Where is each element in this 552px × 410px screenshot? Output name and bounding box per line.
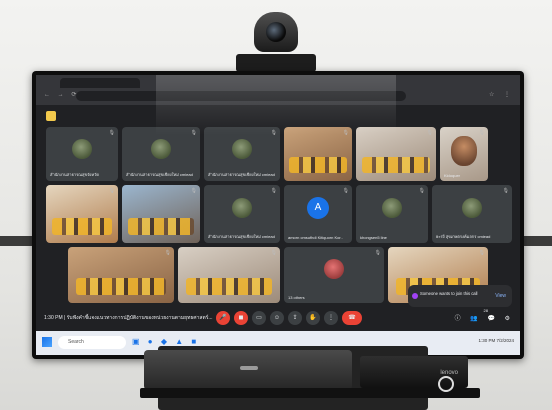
- participant-tile[interactable]: 🎙 13 others: [284, 247, 384, 303]
- soundbar-led: [240, 366, 258, 370]
- participant-tile[interactable]: 🎙 สำนักงานสาธารณสุขจังหวัด: [46, 127, 118, 181]
- participant-name: Kidoquer: [444, 173, 461, 178]
- participant-tile[interactable]: 🎙: [284, 127, 352, 181]
- participant-video: [186, 278, 272, 296]
- participant-avatar: [232, 138, 252, 159]
- taskbar-search[interactable]: Search: [58, 336, 126, 349]
- participant-name: สำนักงานสาธารณสุขเชียงใหม่ cmiead: [126, 172, 193, 177]
- participant-tile[interactable]: 🎙: [356, 127, 436, 181]
- participant-tile[interactable]: 🎙 ยะรงี สุขเกษตรงค์มลกร cmiead: [432, 185, 512, 243]
- mic-status-icon: 🎙: [478, 250, 485, 256]
- camera-off-button[interactable]: ◼: [234, 311, 248, 325]
- mic-status-icon: 🎙: [478, 130, 485, 136]
- participant-video: [451, 136, 477, 167]
- address-bar[interactable]: [76, 91, 406, 101]
- mic-status-icon: 🎙: [108, 130, 115, 136]
- participant-name: 13 others: [288, 295, 305, 300]
- mic-status-icon: 🎙: [190, 130, 197, 136]
- shelf: [140, 388, 480, 398]
- mic-status-icon: 🎙: [342, 130, 349, 136]
- present-button[interactable]: ⇪: [288, 311, 302, 325]
- soundbar: [144, 350, 352, 390]
- participant-letter-avatar: A: [307, 197, 329, 220]
- raise-hand-button[interactable]: ✋: [306, 311, 320, 325]
- mic-status-icon: 🎙: [270, 130, 277, 136]
- participant-avatar: [232, 198, 252, 219]
- mic-off-button[interactable]: 🎤: [216, 311, 230, 325]
- mic-status-icon: 🎙: [270, 188, 277, 194]
- participant-name: khongsen5 line: [360, 235, 387, 240]
- taskbar-app-icons[interactable]: ▣ ● ◆ ▲ ■: [132, 337, 199, 346]
- participant-tile[interactable]: 🎙 สำนักงานสาธารณสุขเชียงใหม่ cmiead: [204, 127, 280, 181]
- notification-avatar: [412, 293, 418, 299]
- meet-logo-icon: [46, 111, 56, 121]
- meeting-time-title: 1:30 PM | รับฟังคำชี้แจงแนวทางการปฏิบัติ…: [44, 315, 213, 321]
- mic-status-icon: 🎙: [426, 130, 433, 136]
- participant-avatar: [151, 138, 171, 159]
- browser-toolbar-icons[interactable]: ☆ ⋮: [489, 91, 514, 98]
- taskbar-clock: 1:30 PM 7/2/2024: [478, 338, 514, 343]
- participant-tile[interactable]: 🎙: [68, 247, 174, 303]
- mic-status-icon: 🎙: [374, 250, 381, 256]
- participant-video: [289, 157, 347, 174]
- conference-camera: [236, 12, 316, 74]
- participant-video: [76, 278, 166, 296]
- participant-name: ยะรงี สุขเกษตรงค์มลกร cmiead: [436, 234, 491, 239]
- browser-nav-icons[interactable]: ← → ⟳: [44, 91, 79, 98]
- notification-text: Someone wants to join this call: [420, 291, 478, 296]
- start-icon[interactable]: [42, 337, 52, 347]
- participant-avatar: [462, 198, 482, 219]
- mic-status-icon: 🎙: [190, 188, 197, 194]
- participant-name: สำนักงานสาธารณสุขจังหวัด: [50, 172, 99, 177]
- participant-name: สำนักงานสาธารณสุขเชียงใหม่ cmiead: [208, 234, 275, 239]
- join-notification: Someone wants to join this call View: [408, 285, 512, 307]
- view-button[interactable]: View: [495, 293, 506, 299]
- mic-status-icon: 🎙: [270, 250, 277, 256]
- participant-tile[interactable]: A 🎙 amorn cmsufhdi Kitiquorn Kor..: [284, 185, 352, 243]
- mic-status-icon: 🎙: [164, 250, 171, 256]
- participant-tile[interactable]: 🎙 สำนักงานสาธารณสุขเชียงใหม่ cmiead: [204, 185, 280, 243]
- browser-chrome: ← → ⟳ ☆ ⋮: [36, 75, 520, 105]
- participant-video: [362, 157, 430, 174]
- mic-status-icon: 🎙: [108, 188, 115, 194]
- participant-avatar: [72, 138, 92, 159]
- camera-mount: [236, 54, 316, 72]
- emoji-button[interactable]: ☺: [270, 311, 284, 325]
- meeting-control-bar: 1:30 PM | รับฟังคำชี้แจงแนวทางการปฏิบัติ…: [36, 307, 520, 329]
- browser-tab[interactable]: [60, 78, 140, 88]
- mic-status-icon: 🎙: [342, 188, 349, 194]
- participant-video: [51, 217, 113, 235]
- participant-video: [128, 217, 194, 235]
- mic-status-icon: 🎙: [502, 188, 509, 194]
- participant-tile[interactable]: 🎙: [46, 185, 118, 243]
- participant-tile[interactable]: 🎙 khongsen5 line: [356, 185, 428, 243]
- participant-name: สำนักงานสาธารณสุขเชียงใหม่ cmiead: [208, 172, 275, 177]
- url-row: ← → ⟳ ☆ ⋮: [36, 89, 520, 103]
- participant-tile[interactable]: 🎙 สำนักงานสาธารณสุขเชียงใหม่ cmiead: [122, 127, 200, 181]
- captions-button[interactable]: ▭: [252, 311, 266, 325]
- tv-display: ← → ⟳ ☆ ⋮ 🎙 สำนักงานสาธารณสุขจังหวัด 🎙 สำนั…: [32, 71, 524, 359]
- participant-tile[interactable]: 🎙 Kidoquer: [440, 127, 488, 181]
- cable-loop: [438, 376, 454, 392]
- participant-avatar: [382, 198, 402, 219]
- camera-lens: [266, 22, 286, 42]
- pc-logo: lenovo: [440, 370, 458, 376]
- side-panel-icons[interactable]: ⓘ 👥 💬 ⚙: [455, 313, 514, 322]
- end-call-button[interactable]: ☎: [342, 311, 362, 325]
- participant-tile[interactable]: 🎙: [122, 185, 200, 243]
- participant-tile[interactable]: 🎙: [178, 247, 280, 303]
- more-options-button[interactable]: ⋮: [324, 311, 338, 325]
- mic-status-icon: 🎙: [418, 188, 425, 194]
- tv-screen: ← → ⟳ ☆ ⋮ 🎙 สำนักงานสาธารณสุขจังหวัด 🎙 สำนั…: [36, 75, 520, 355]
- participant-name: amorn cmsufhdi Kitiquorn Kor..: [288, 235, 343, 240]
- others-avatar: [324, 259, 344, 280]
